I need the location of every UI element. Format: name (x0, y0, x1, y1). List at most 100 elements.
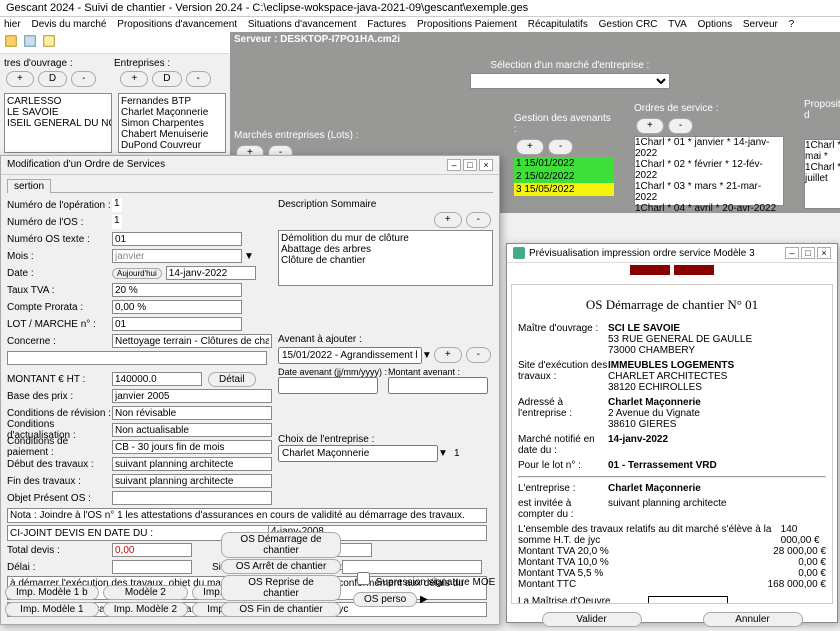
os-dem-button[interactable]: OS Démarrage de chantier (221, 532, 341, 558)
os-texte-input[interactable] (112, 232, 242, 246)
avenant-montant-input[interactable] (388, 377, 488, 394)
tva-input[interactable] (112, 283, 242, 297)
menu-item[interactable]: ? (789, 19, 795, 30)
menu-item[interactable]: TVA (668, 19, 687, 30)
minus-button[interactable]: - (71, 71, 96, 87)
marches-label: Marchés entreprises (Lots) : (234, 130, 494, 141)
tab-insertion[interactable]: sertion (7, 179, 51, 193)
menu-item[interactable]: Serveur (743, 19, 778, 30)
ordres-list[interactable]: 1Charl * 01 * janvier * 14-janv-2022 1Ch… (634, 136, 784, 206)
delai-input[interactable] (112, 560, 192, 574)
d-button[interactable]: D (152, 71, 181, 87)
concerne-input[interactable] (112, 334, 272, 348)
menu-item[interactable]: hier (4, 19, 21, 30)
choix-label: Choix de l'entreprise : (278, 434, 493, 445)
lot-input[interactable] (112, 317, 242, 331)
menu-item[interactable]: Factures (367, 19, 406, 30)
maximize-icon[interactable]: □ (463, 159, 477, 171)
imp2-button[interactable]: Imp. Modèle 2 (103, 602, 188, 617)
server-line: Serveur : DESKTOP-I7PO1HA.cm2i (230, 32, 840, 54)
menu-item[interactable]: Propositions d'avancement (117, 19, 237, 30)
os-perso-button[interactable]: OS perso (353, 592, 417, 607)
page-tab[interactable] (674, 265, 714, 275)
nota-text: Nota : Joindre à l'OS n° 1 les attestati… (7, 508, 487, 523)
menubar: hier Devis du marché Propositions d'avan… (0, 17, 840, 32)
tool-icon[interactable] (23, 40, 39, 51)
total-input[interactable] (112, 543, 192, 557)
desc-label: Description Sommaire (278, 199, 493, 210)
extra-input[interactable] (7, 351, 267, 365)
menu-item[interactable]: Situations d'avancement (248, 19, 357, 30)
preview-page: OS Démarrage de chantier N° 01 Maître d'… (511, 284, 833, 604)
mois-select[interactable] (112, 249, 242, 263)
menu-item[interactable]: Récapitulatifs (528, 19, 588, 30)
propositions-list[interactable]: 1Charl * S01 * L01 * mai * 1Charl * S02 … (804, 139, 840, 209)
tool-icon[interactable] (4, 40, 20, 51)
window-title: Gescant 2024 - Suivi de chantier - Versi… (0, 0, 840, 17)
menu-item[interactable]: Devis du marché (31, 19, 106, 30)
avenants-list[interactable]: 1 15/01/2022 2 15/02/2022 3 15/05/2022 (514, 157, 614, 196)
marche-select[interactable] (470, 73, 670, 89)
act-input[interactable] (112, 423, 272, 437)
date-input[interactable] (166, 266, 256, 280)
signature-box (648, 596, 728, 604)
os-fin-button[interactable]: OS Fin de chantier (221, 602, 341, 617)
ouvrages-label: tres d'ouvrage : (4, 58, 114, 69)
propositions-label: Propositions/Situations d (804, 99, 840, 121)
detail-button[interactable]: Détail (208, 372, 256, 387)
menu-item[interactable]: Gestion CRC (599, 19, 658, 30)
paie-input[interactable] (112, 440, 272, 454)
entreprises-label: Entreprises : (114, 58, 170, 69)
desc-textarea[interactable]: Démolition du mur de clôture Abattage de… (278, 230, 493, 286)
imp1-button[interactable]: Imp. Modèle 1 (5, 602, 99, 617)
os-arr-button[interactable]: OS Arrêt de chantier (221, 559, 341, 574)
close-icon[interactable]: × (817, 247, 831, 259)
preview-title-text: Prévisualisation impression ordre servic… (529, 248, 755, 259)
plus-button[interactable]: + (434, 347, 462, 363)
tool-icon[interactable] (42, 40, 58, 51)
rev-input[interactable] (112, 406, 272, 420)
montant-input[interactable] (112, 372, 202, 386)
os-rep-button[interactable]: OS Reprise de chantier (221, 575, 341, 601)
plus-button[interactable]: + (434, 212, 462, 228)
base-input[interactable] (112, 389, 272, 403)
menu-item[interactable]: Propositions Paiement (417, 19, 517, 30)
minus-button[interactable]: - (466, 347, 491, 363)
page-tab[interactable] (630, 265, 670, 275)
close-icon[interactable]: × (479, 159, 493, 171)
play-icon[interactable]: ▶ (420, 594, 428, 605)
dialog-title: Modification d'un Ordre de Services (7, 159, 165, 171)
minus-button[interactable]: - (466, 212, 491, 228)
d-button[interactable]: D (38, 71, 67, 87)
avenant-date-input[interactable] (278, 377, 378, 394)
supression-checkbox[interactable]: Supression signature MOE (353, 577, 495, 588)
minimize-icon[interactable]: – (447, 159, 461, 171)
plus-button[interactable]: + (120, 71, 148, 87)
today-button[interactable]: Aujourd'hui (112, 268, 162, 279)
ouvrages-list[interactable]: CARLESSO LE SAVOIE ISEIL GENERAL DU NORD (4, 93, 112, 153)
ordres-label: Ordres de service : (634, 103, 784, 114)
imp1b-button[interactable]: Imp. Modèle 1 b (5, 585, 99, 600)
avenant-select[interactable] (278, 347, 422, 364)
mod2-button[interactable]: Modèle 2 (103, 585, 188, 600)
debut-input[interactable] (112, 457, 272, 471)
avenant-label: Avenant à ajouter : (278, 334, 493, 345)
objet-input[interactable] (112, 491, 272, 505)
maximize-icon[interactable]: □ (801, 247, 815, 259)
minimize-icon[interactable]: – (785, 247, 799, 259)
valider-button[interactable]: Valider (542, 612, 642, 627)
prorata-input[interactable] (112, 300, 242, 314)
minus-button[interactable]: - (186, 71, 211, 87)
entreprises-list[interactable]: Fernandes BTP Charlet Maçonnerie Simon C… (118, 93, 226, 153)
fin-input[interactable] (112, 474, 272, 488)
minus-button[interactable]: - (548, 139, 573, 155)
plus-button[interactable]: + (6, 71, 34, 87)
plus-button[interactable]: + (516, 139, 544, 155)
app-icon (513, 247, 525, 259)
annuler-button[interactable]: Annuler (703, 612, 803, 627)
avenants-label: Gestion des avenants : (514, 113, 614, 135)
minus-button[interactable]: - (668, 118, 693, 134)
menu-item[interactable]: Options (698, 19, 732, 30)
plus-button[interactable]: + (636, 118, 664, 134)
entreprise-select[interactable] (278, 445, 438, 462)
